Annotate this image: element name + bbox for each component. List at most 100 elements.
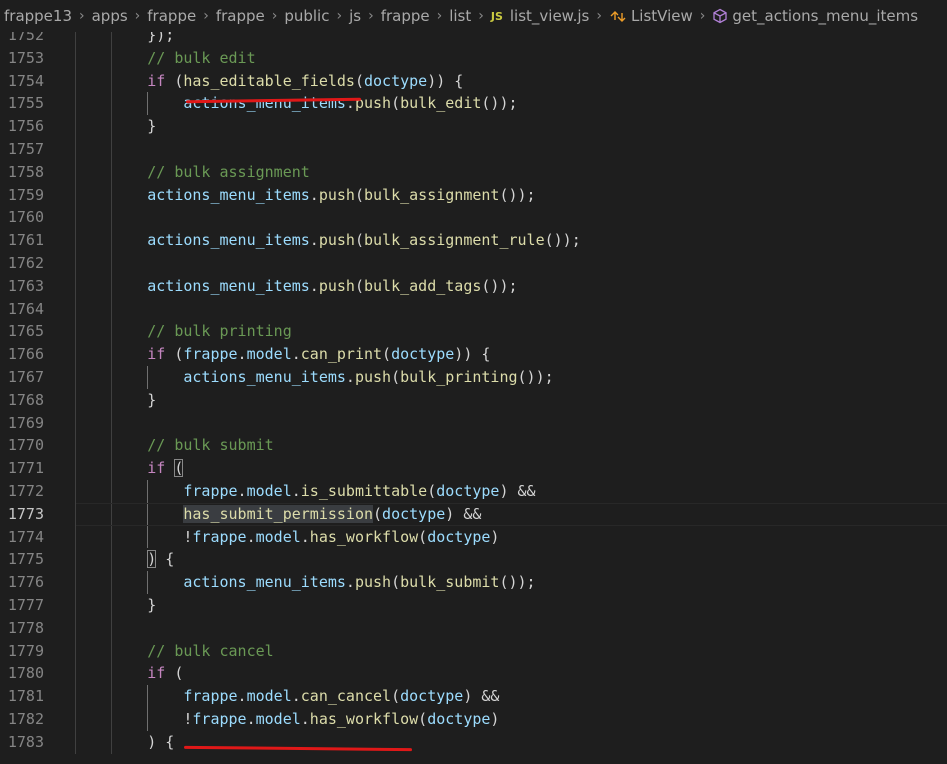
line-number: 1773 — [7, 504, 44, 523]
code-token: ( — [418, 527, 428, 546]
code-line[interactable]: 1771 if ( — [0, 457, 947, 480]
chevron-right-icon: › — [336, 8, 343, 24]
code-text: actions_menu_items.push(bulk_submit()); — [183, 571, 535, 594]
breadcrumb-method[interactable]: get_actions_menu_items — [732, 7, 918, 25]
code-line[interactable]: 1773 has_submit_permission(doctype) && — [0, 502, 947, 526]
breadcrumb-segment-frappe-2[interactable]: frappe — [216, 7, 265, 25]
code-line[interactable]: 1775) { — [0, 548, 947, 572]
code-line[interactable]: 1761 actions_menu_items.push(bulk_assignm… — [0, 229, 947, 252]
breadcrumb-segment-js[interactable]: js — [349, 7, 361, 25]
code-text: } — [147, 115, 156, 138]
code-token: model — [246, 345, 292, 364]
line-number: 1763 — [7, 276, 44, 295]
line-number: 1778 — [7, 618, 44, 637]
breadcrumb: frappe13 › apps › frappe › frappe › publ… — [0, 0, 947, 32]
code-token: doctype — [382, 504, 446, 523]
code-token: frappe — [192, 709, 247, 728]
breadcrumb-segment-public[interactable]: public — [284, 7, 329, 25]
code-token: . — [291, 481, 301, 500]
code-line[interactable]: 1760 — [0, 206, 947, 230]
code-token: . — [237, 481, 247, 500]
line-number: 1770 — [7, 436, 44, 455]
code-token: bulk_printing — [400, 367, 518, 386]
code-token: ( — [382, 345, 392, 364]
code-token: actions_menu_items — [183, 94, 346, 113]
code-line[interactable]: 1776 actions_menu_items.push(bulk_submit(… — [0, 571, 947, 594]
code-line[interactable]: 1758 // bulk assignment — [0, 160, 947, 184]
line-number: 1774 — [7, 527, 44, 546]
code-token: model — [246, 687, 292, 706]
code-token: doctype — [391, 345, 455, 364]
code-token: ) && — [463, 687, 500, 706]
code-token: ( — [165, 664, 184, 683]
breadcrumb-segment-frappe-3[interactable]: frappe — [381, 7, 430, 25]
code-token: // bulk printing — [147, 322, 292, 341]
code-line[interactable]: 1781 frappe.model.can_cancel(doctype) && — [0, 685, 947, 708]
code-token: . — [246, 527, 256, 546]
code-token: // bulk assignment — [147, 162, 310, 181]
code-token: }); — [147, 32, 175, 44]
code-line[interactable]: 1764 — [0, 297, 947, 321]
code-line[interactable]: 1777} — [0, 593, 947, 617]
code-token: push — [318, 276, 355, 295]
code-line[interactable]: 1753 // bulk edit — [0, 46, 947, 70]
code-line[interactable]: 1780 if ( — [0, 662, 947, 686]
breadcrumb-segment-apps[interactable]: apps — [92, 7, 128, 25]
code-line[interactable]: 1767 actions_menu_items.push(bulk_printin… — [0, 365, 947, 389]
line-number: 1782 — [7, 709, 44, 728]
code-line[interactable]: 1755 actions_menu_items.push(bulk_edit())… — [0, 92, 947, 116]
code-token: // bulk submit — [147, 436, 274, 455]
code-line[interactable]: 1783) { — [0, 730, 947, 754]
code-token: frappe — [183, 687, 238, 706]
code-line[interactable]: 1774 !frappe.model.has_workflow(doctype) — [0, 525, 947, 549]
code-token: ( — [391, 573, 401, 592]
code-line[interactable]: 1782 !frappe.model.has_workflow(doctype) — [0, 707, 947, 731]
code-text: if ( — [147, 662, 183, 685]
code-line[interactable]: 1770 // bulk submit — [0, 434, 947, 458]
line-number: 1777 — [7, 595, 44, 614]
code-line[interactable]: 1768} — [0, 388, 947, 412]
code-line[interactable]: 1772 frappe.model.is_submittable(doctype)… — [0, 479, 947, 503]
code-token: ( — [354, 185, 364, 204]
code-line[interactable]: 1778 — [0, 616, 947, 640]
line-number: 1752 — [7, 32, 44, 44]
code-line[interactable]: 1759 actions_menu_items.push(bulk_assignm… — [0, 183, 947, 207]
code-line[interactable]: 1756} — [0, 115, 947, 138]
code-line[interactable]: 1754 if (has_editable_fields(doctype)) { — [0, 69, 947, 93]
code-token: ( — [391, 94, 401, 113]
code-line[interactable]: 1757 — [0, 137, 947, 161]
code-text: } — [147, 389, 156, 412]
code-token: frappe — [183, 481, 238, 500]
code-line[interactable]: 1752}); — [0, 32, 947, 47]
breadcrumb-segment-frappe[interactable]: frappe — [147, 7, 196, 25]
code-token: can_cancel — [300, 687, 392, 706]
code-text: if (frappe.model.can_print(doctype)) { — [147, 343, 490, 366]
code-editor[interactable]: 1752}); 1753// bulk edit 1754 if (has_edita… — [0, 32, 947, 764]
code-token: frappe — [192, 527, 247, 546]
code-token: push — [318, 231, 355, 250]
breadcrumb-file[interactable]: list_view.js — [510, 7, 589, 25]
code-line[interactable]: 1765 // bulk printing — [0, 320, 947, 344]
breadcrumb-segment-list[interactable]: list — [449, 7, 471, 25]
line-number: 1762 — [7, 253, 44, 272]
code-text: actions_menu_items.push(bulk_edit()); — [183, 92, 517, 115]
code-line[interactable]: 1779 // bulk cancel — [0, 639, 947, 663]
code-token: ) { — [147, 732, 175, 751]
code-line[interactable]: 1762 — [0, 251, 947, 275]
code-line[interactable]: 1766 if (frappe.model.can_print(doctype))… — [0, 343, 947, 366]
code-token: . — [291, 345, 301, 364]
code-text: frappe.model.can_cancel(doctype) && — [183, 685, 499, 708]
code-line[interactable]: 1769 — [0, 411, 947, 435]
code-token: ( — [165, 345, 184, 364]
breadcrumb-segment-frappe13[interactable]: frappe13 — [4, 7, 72, 25]
line-number: 1759 — [7, 185, 44, 204]
code-text: !frappe.model.has_workflow(doctype) — [183, 708, 499, 731]
code-token: ( — [391, 687, 401, 706]
code-token: doctype — [400, 687, 464, 706]
code-token: . — [309, 185, 319, 204]
code-line[interactable]: 1763 actions_menu_items.push(bulk_add_tag… — [0, 274, 947, 298]
chevron-right-icon: › — [436, 8, 443, 24]
class-symbol-icon — [609, 8, 627, 24]
code-token: push — [318, 185, 355, 204]
breadcrumb-class[interactable]: ListView — [631, 7, 693, 25]
